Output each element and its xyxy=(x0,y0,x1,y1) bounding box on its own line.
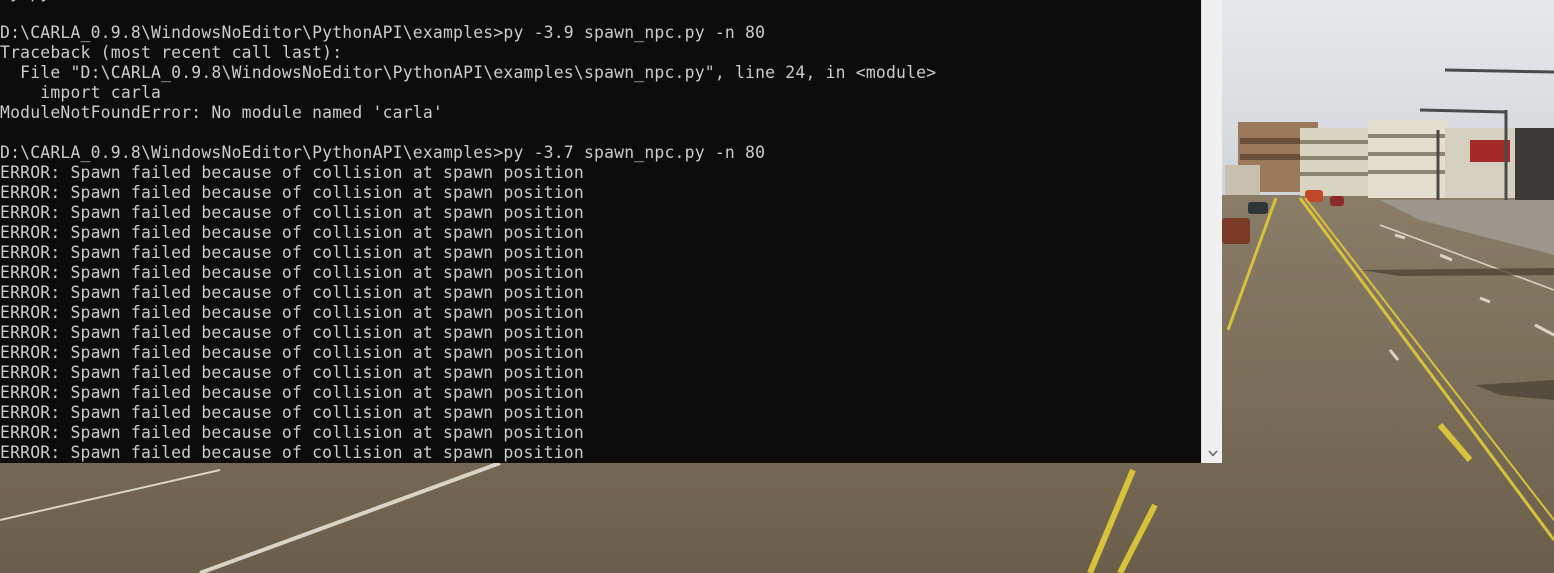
console-line: ERROR: Spawn failed because of collision… xyxy=(0,443,584,462)
console-line: ERROR: Spawn failed because of collision… xyxy=(0,323,584,342)
console-line: ERROR: Spawn failed because of collision… xyxy=(0,363,584,382)
console-line: ERROR: Spawn failed because of collision… xyxy=(0,203,584,222)
console-line: ERROR: Spawn failed because of collision… xyxy=(0,283,584,302)
console-line: ModuleNotFoundError: No module named 'ca… xyxy=(0,103,443,122)
console-line: ERROR: Spawn failed because of collision… xyxy=(0,383,584,402)
console-line: Traceback (most recent call last): xyxy=(0,43,343,62)
console-line: File "D:\CARLA_0.9.8\WindowsNoEditor\Pyt… xyxy=(0,63,937,82)
console-line: ERROR: Spawn failed because of collision… xyxy=(0,163,584,182)
command-prompt-window[interactable]: ty.pyD:\CARLA_0.9.8\WindowsNoEditor\Pyth… xyxy=(0,0,1222,463)
chevron-down-icon xyxy=(1207,450,1218,457)
console-line: ERROR: Spawn failed because of collision… xyxy=(0,243,584,262)
scroll-down-button[interactable] xyxy=(1202,445,1222,461)
console-line: ERROR: Spawn failed because of collision… xyxy=(0,183,584,202)
console-line: ERROR: Spawn failed because of collision… xyxy=(0,343,584,362)
console-line: ERROR: Spawn failed because of collision… xyxy=(0,223,584,242)
console-line: ERROR: Spawn failed because of collision… xyxy=(0,403,584,422)
console-line: D:\CARLA_0.9.8\WindowsNoEditor\PythonAPI… xyxy=(0,23,766,42)
console-line: D:\CARLA_0.9.8\WindowsNoEditor\PythonAPI… xyxy=(0,143,766,162)
console-line: import carla xyxy=(0,83,162,102)
vertical-scrollbar[interactable] xyxy=(1201,0,1222,463)
console-line: ERROR: Spawn failed because of collision… xyxy=(0,423,584,442)
console-output: ty.pyD:\CARLA_0.9.8\WindowsNoEditor\Pyth… xyxy=(0,0,1200,463)
console-line: ERROR: Spawn failed because of collision… xyxy=(0,263,584,282)
console-line: ERROR: Spawn failed because of collision… xyxy=(0,303,584,322)
